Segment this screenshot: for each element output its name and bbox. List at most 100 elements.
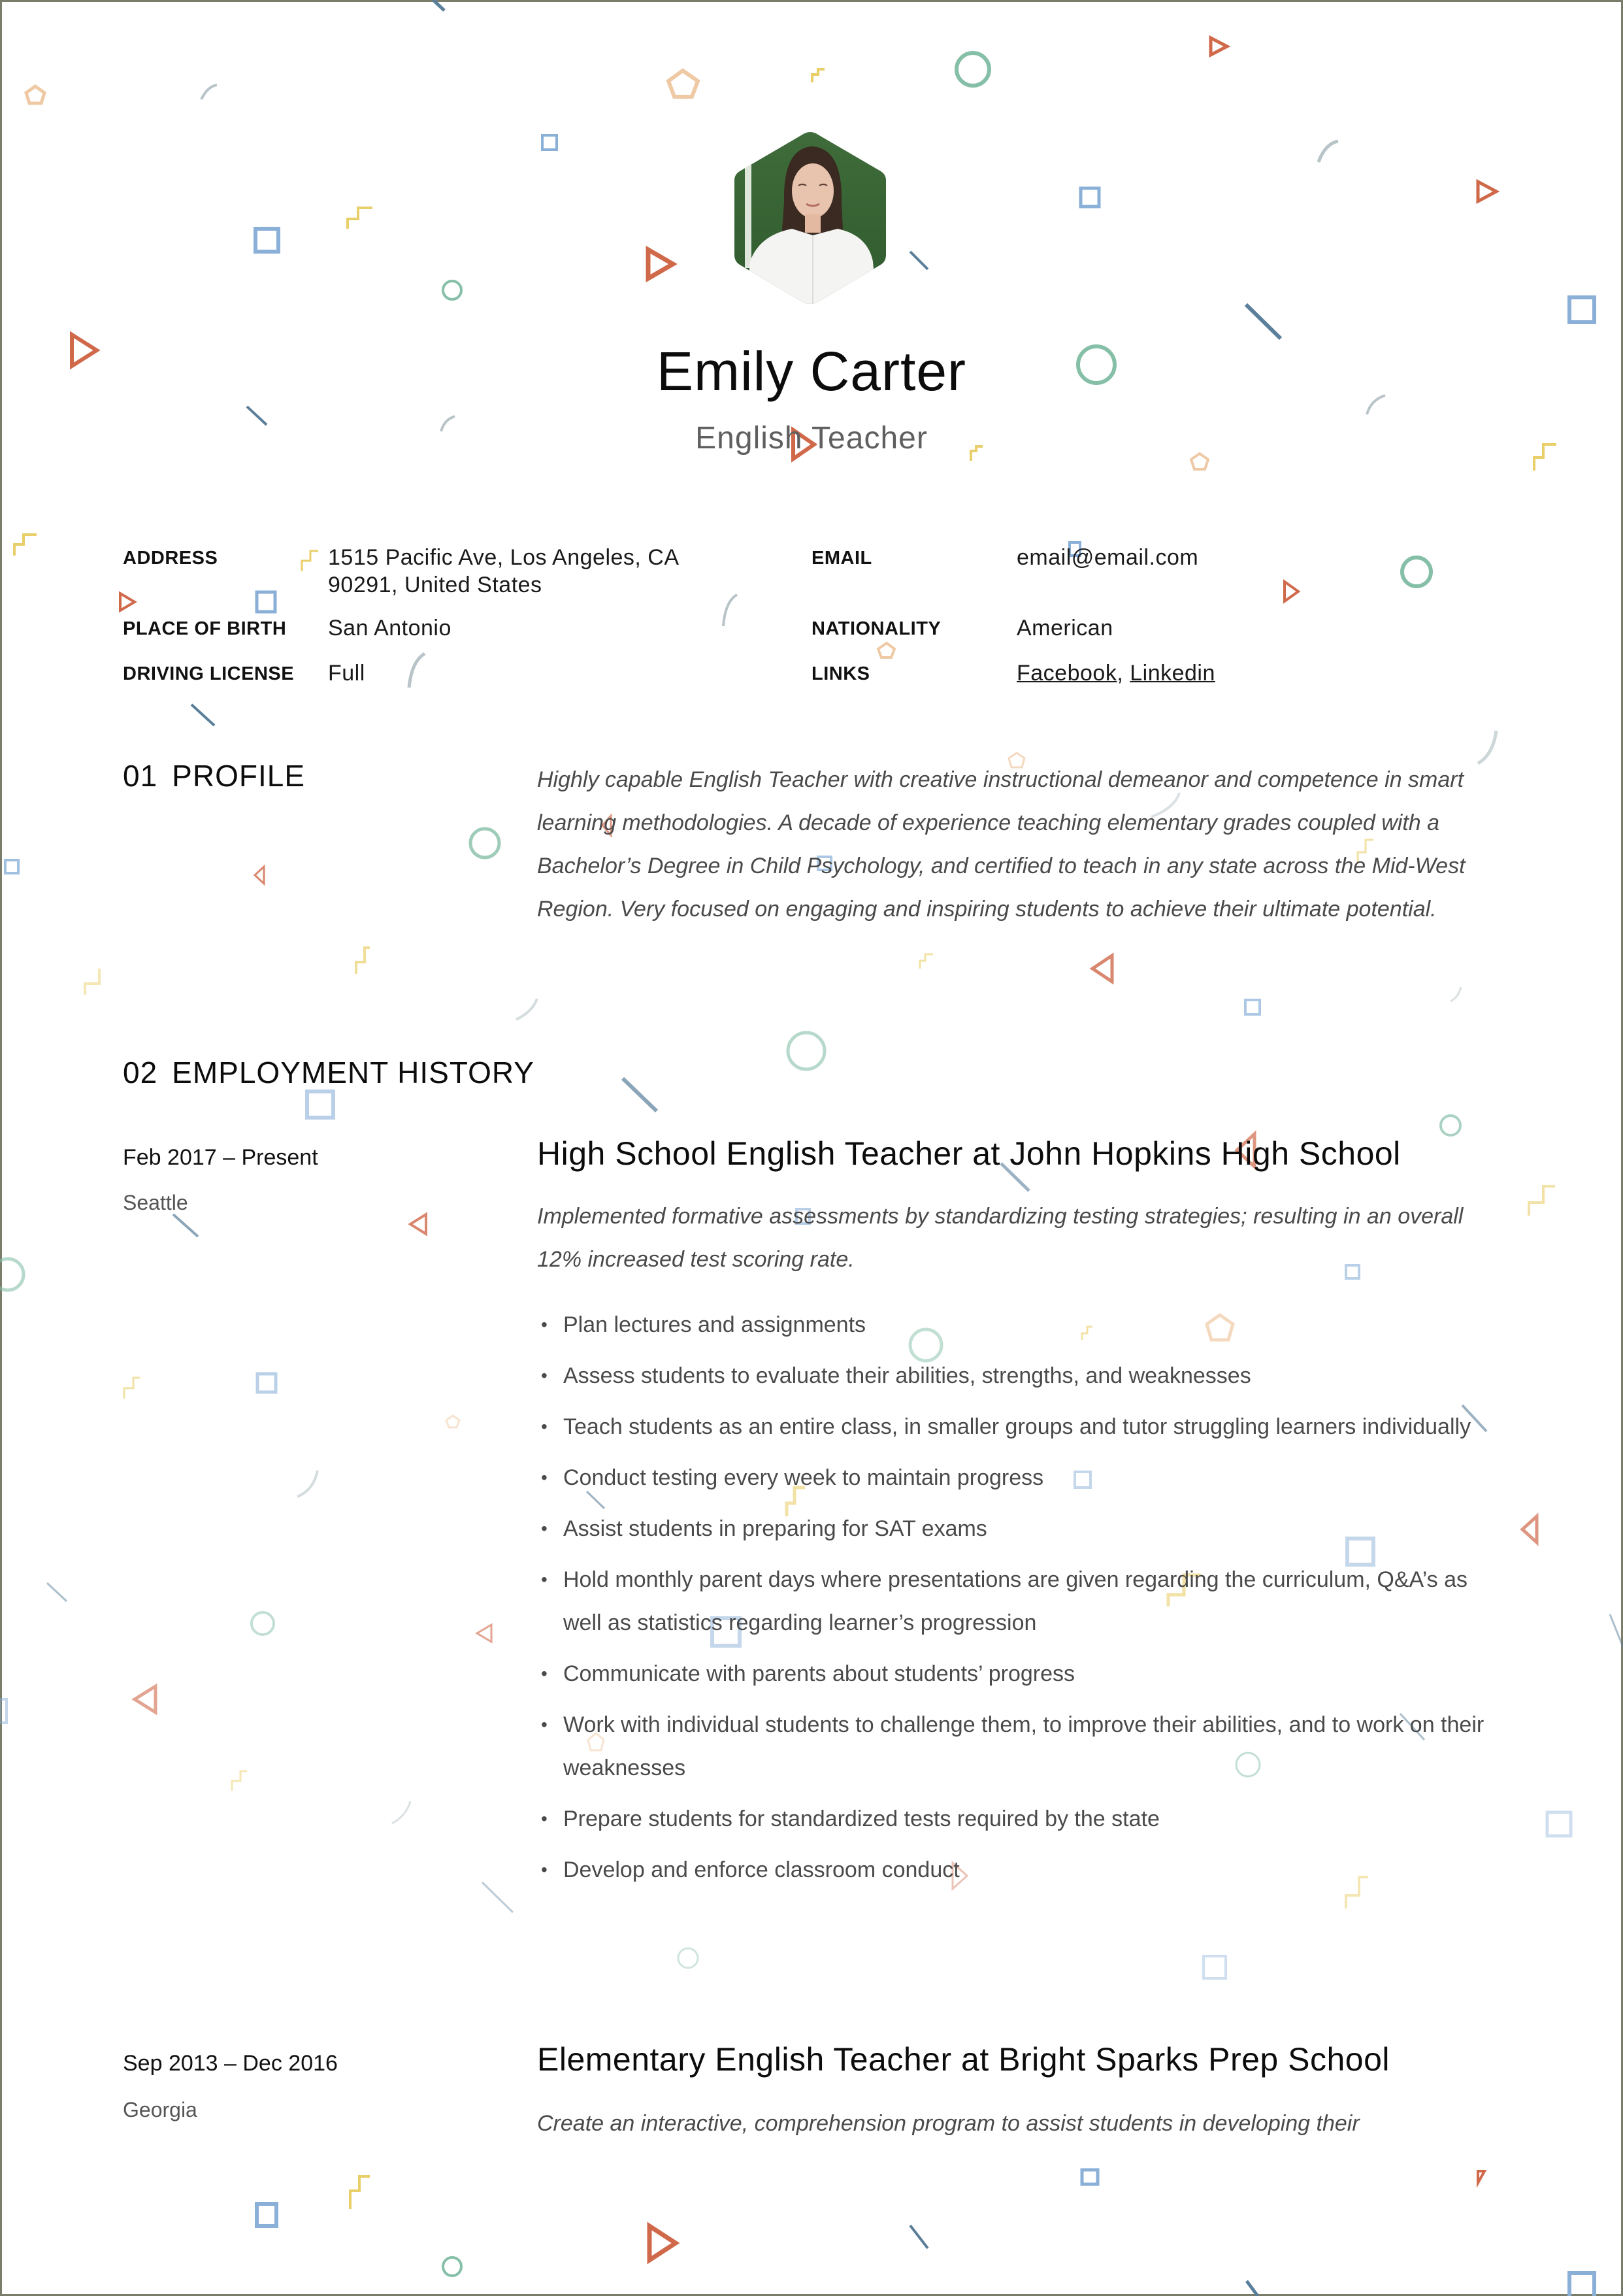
profile-summary: Highly capable English Teacher with crea… [537,767,1466,922]
list-item: Prepare students for standardized tests … [537,1797,1498,1840]
circle-shape [1400,556,1433,588]
square-shape [255,2202,278,2228]
circle-shape [442,2256,463,2277]
zigzag-shape [346,207,372,229]
line-shape [909,2224,929,2250]
candidate-name: Emily Carter [656,341,967,402]
list-item: Work with individual students to challen… [537,1703,1498,1789]
circle-shape [1439,1114,1462,1137]
square-shape [1545,1810,1573,1838]
pentagon-shape [24,84,46,105]
triangle-shape [119,591,137,613]
square-shape [305,1090,335,1120]
triangle-shape [647,2221,680,2265]
triangle-shape [1089,952,1114,985]
triangle-shape [408,1212,427,1237]
zigzag-shape [811,68,825,82]
list-item: Communicate with parents about students’… [537,1652,1498,1695]
triangle-shape [1209,35,1231,58]
square-shape [541,134,558,151]
triangle-shape [1520,1512,1539,1546]
zigzag-shape [919,953,933,969]
nationality-value: American [1017,616,1113,641]
pentagon-shape [666,68,700,99]
triangle-shape [1283,579,1301,604]
job-summary: Create an interactive, comprehension pro… [537,2111,1360,2136]
section-number: 02 [123,1056,158,1090]
square-shape [255,1372,278,1394]
zigzag-shape [231,1770,247,1791]
square-shape [1567,2271,1596,2296]
job-title: Elementary English Teacher at Bright Spa… [537,2041,1390,2078]
driving-license-value: Full [328,661,365,686]
square-shape [1079,186,1101,208]
linkedin-link[interactable]: Linkedin [1130,661,1215,686]
zigzag-shape [1528,1185,1555,1216]
line-shape [1609,1614,1623,1648]
links-separator: , [1117,661,1124,686]
line-shape [909,250,929,271]
line-shape [190,703,216,727]
address-label: ADDRESS [123,548,218,569]
list-item: Develop and enforce classroom conduct [537,1848,1498,1891]
zigzag-shape [301,550,318,571]
section-number: 01 [123,759,158,793]
circle-shape [250,1611,275,1636]
square-shape [0,1698,8,1724]
zigzag-shape [13,533,37,556]
triangle-shape [131,1683,157,1716]
driving-license-label: DRIVING LICENSE [123,663,295,684]
pentagon-shape [876,641,896,659]
line-shape [621,1076,659,1113]
job-location: Seattle [123,1191,188,1214]
triangle-shape [475,1623,493,1644]
candidate-title: English Teacher [695,421,928,456]
list-item: Assist students in preparing for SAT exa… [537,1507,1498,1550]
circle-shape [0,1257,25,1292]
circle-shape [786,1031,827,1071]
job-location: Georgia [123,2098,197,2121]
section-title: PROFILE [172,759,305,793]
triangle-shape [1476,178,1500,205]
circle-shape [677,1947,699,1969]
profile-photo [734,132,886,304]
square-shape [1567,295,1596,324]
list-item: Conduct testing every week to maintain p… [537,1456,1498,1499]
job-title: High School English Teacher at John Hopk… [537,1135,1401,1172]
job-responsibilities: Plan lectures and assignments Assess stu… [537,1303,1498,1899]
employment-heading: 02 EMPLOYMENT HISTORY [123,1055,534,1090]
zigzag-shape [123,1376,140,1399]
facebook-link[interactable]: Facebook [1017,661,1117,686]
triangle-shape [253,864,265,886]
arc-shape [1450,986,1462,1003]
address-line-2: 90291, United States [328,573,542,597]
place-of-birth-value: San Antonio [328,616,451,641]
list-item: Hold monthly parent days where presentat… [537,1558,1498,1644]
email-value[interactable]: email@email.com [1017,544,1198,571]
arc-shape [516,998,538,1021]
section-title: EMPLOYMENT HISTORY [172,1056,534,1090]
address-value: 1515 Pacific Ave, Los Angeles, CA 90291,… [328,544,680,599]
square-shape [1080,2168,1100,2186]
nationality-label: NATIONALITY [812,618,942,639]
links-value: Facebook, Linkedin [1017,659,1215,687]
profile-heading: 01 PROFILE [123,758,305,793]
zigzag-shape [355,946,370,974]
line-shape [1244,303,1283,341]
pentagon-shape [445,1414,461,1429]
square-shape [4,859,20,874]
arc-shape [722,593,738,627]
circle-shape [442,280,463,301]
circle-shape [955,51,991,88]
line-shape [432,0,446,12]
line-shape [1245,2280,1260,2296]
address-line-1: 1515 Pacific Ave, Los Angeles, CA [328,545,680,570]
list-item: Plan lectures and assignments [537,1303,1498,1346]
arc-shape [391,1801,412,1825]
list-item: Teach students as an entire class, in sm… [537,1405,1498,1448]
line-shape [172,1213,199,1238]
job-dates: Feb 2017 – Present [123,1145,318,1170]
triangle-shape [1477,2170,1487,2188]
arc-shape [407,652,426,688]
arc-shape [200,84,218,100]
